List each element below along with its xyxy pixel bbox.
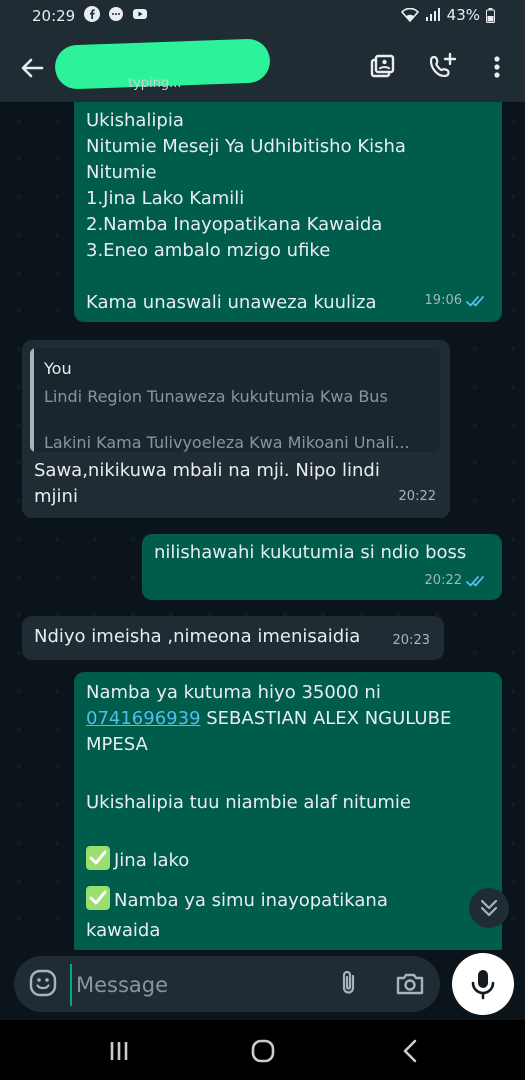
message-input[interactable]	[70, 964, 318, 1006]
message-time: 19:06	[424, 293, 462, 308]
back-arrow-icon[interactable]	[16, 52, 48, 84]
message-text: SEBASTIAN ALEX NGULUBE	[200, 708, 452, 729]
read-ticks-icon	[466, 576, 484, 587]
message-line: MPESA	[86, 732, 496, 758]
checklist-text: Namba ya simu inayopatikana	[114, 890, 388, 911]
status-notification-icons	[84, 6, 148, 22]
read-ticks-icon	[466, 296, 484, 307]
recents-icon[interactable]	[104, 1036, 134, 1066]
add-call-icon[interactable]	[428, 52, 458, 82]
message-incoming[interactable]: Ndiyo imeisha ,nimeona imenisaidia 20:23	[22, 616, 444, 660]
message-meta: 20:22	[399, 484, 436, 510]
attach-icon[interactable]	[334, 968, 364, 998]
message-line: Namba ya kutuma hiyo 35000 ni	[86, 680, 496, 706]
quote-line-2: Lakini Kama Tulivyoeleza Kwa Mikoani Una…	[44, 433, 410, 452]
quote-author: You	[44, 359, 72, 378]
chat-area[interactable]: Ukishalipia Nitumie Meseji Ya Udhibitish…	[0, 102, 525, 950]
home-icon[interactable]	[248, 1036, 278, 1066]
quoted-message[interactable]: You Lindi Region Tunaweza kukutumia Kwa …	[30, 348, 440, 452]
nav-back-icon[interactable]	[396, 1036, 426, 1066]
scroll-to-bottom-button[interactable]	[469, 888, 509, 928]
message-outgoing[interactable]: Ukishalipia Nitumie Meseji Ya Udhibitish…	[74, 102, 502, 322]
system-nav-bar	[0, 1020, 525, 1080]
emoji-icon[interactable]	[28, 968, 58, 998]
message-meta: 20:23	[393, 628, 430, 654]
message-text: Sawa,nikikuwa mbali na mji. Nipo lindi m…	[34, 460, 380, 507]
message-outgoing[interactable]: Namba ya kutuma hiyo 35000 ni 0741696939…	[74, 672, 502, 950]
chat-header: typing...	[0, 32, 525, 102]
youtube-icon	[133, 9, 147, 19]
status-right: 43%	[400, 6, 495, 24]
message-line: kawaida	[86, 918, 496, 944]
video-call-icon[interactable]	[368, 52, 398, 82]
phone-link[interactable]: 0741696939	[86, 708, 201, 729]
message-time: 20:23	[392, 633, 430, 648]
quote-bar	[30, 348, 34, 452]
facebook-icon	[84, 6, 100, 22]
mic-icon	[471, 970, 495, 1000]
message-text: Namba ya kutuma hiyo 35000 ni	[86, 682, 381, 703]
wifi-icon	[400, 8, 419, 22]
message-line: 0741696939 SEBASTIAN ALEX NGULUBE	[86, 706, 496, 732]
message-time: 20:22	[424, 573, 462, 588]
more-vert-icon[interactable]	[482, 52, 512, 82]
message-meta: 20:22	[425, 568, 488, 594]
message-text: nilishawahi kukutumia si ndio boss	[154, 542, 467, 563]
battery-percent: 43%	[446, 6, 480, 24]
message-text: Ndiyo imeisha ,nimeona imenisaidia	[34, 626, 361, 647]
message-composer	[14, 956, 440, 1012]
quote-line-1: Lindi Region Tunaweza kukutumia Kwa Bus	[44, 387, 388, 406]
status-bar: 20:29 43%	[0, 0, 525, 32]
message-line: Ukishalipia tuu niambie alaf nitumie	[86, 790, 496, 816]
message-text: MPESA	[86, 734, 148, 755]
checklist-item: Jina lako	[86, 846, 496, 874]
check-mark-icon	[86, 886, 110, 910]
signal-icon	[425, 8, 440, 21]
checklist-text: Jina lako	[114, 850, 190, 871]
battery-icon	[486, 7, 495, 23]
check-mark-icon	[86, 846, 110, 870]
message-time: 20:22	[398, 489, 436, 504]
messages-icon	[109, 7, 123, 21]
message-meta: 19:06	[425, 288, 488, 314]
message-text: Ukishalipia Nitumie Meseji Ya Udhibitish…	[86, 110, 406, 313]
message-incoming-reply[interactable]: You Lindi Region Tunaweza kukutumia Kwa …	[22, 340, 450, 518]
status-time: 20:29	[32, 7, 76, 25]
scroll-down-icon	[480, 899, 498, 917]
typing-indicator: typing...	[128, 76, 182, 91]
message-text: Ukishalipia tuu niambie alaf nitumie	[86, 792, 411, 813]
message-outgoing[interactable]: nilishawahi kukutumia si ndio boss 20:22	[142, 534, 502, 600]
message-text: kawaida	[86, 920, 161, 941]
checklist-item: Namba ya simu inayopatikana	[86, 886, 496, 914]
camera-icon[interactable]	[394, 968, 426, 1000]
mic-button[interactable]	[452, 953, 514, 1015]
